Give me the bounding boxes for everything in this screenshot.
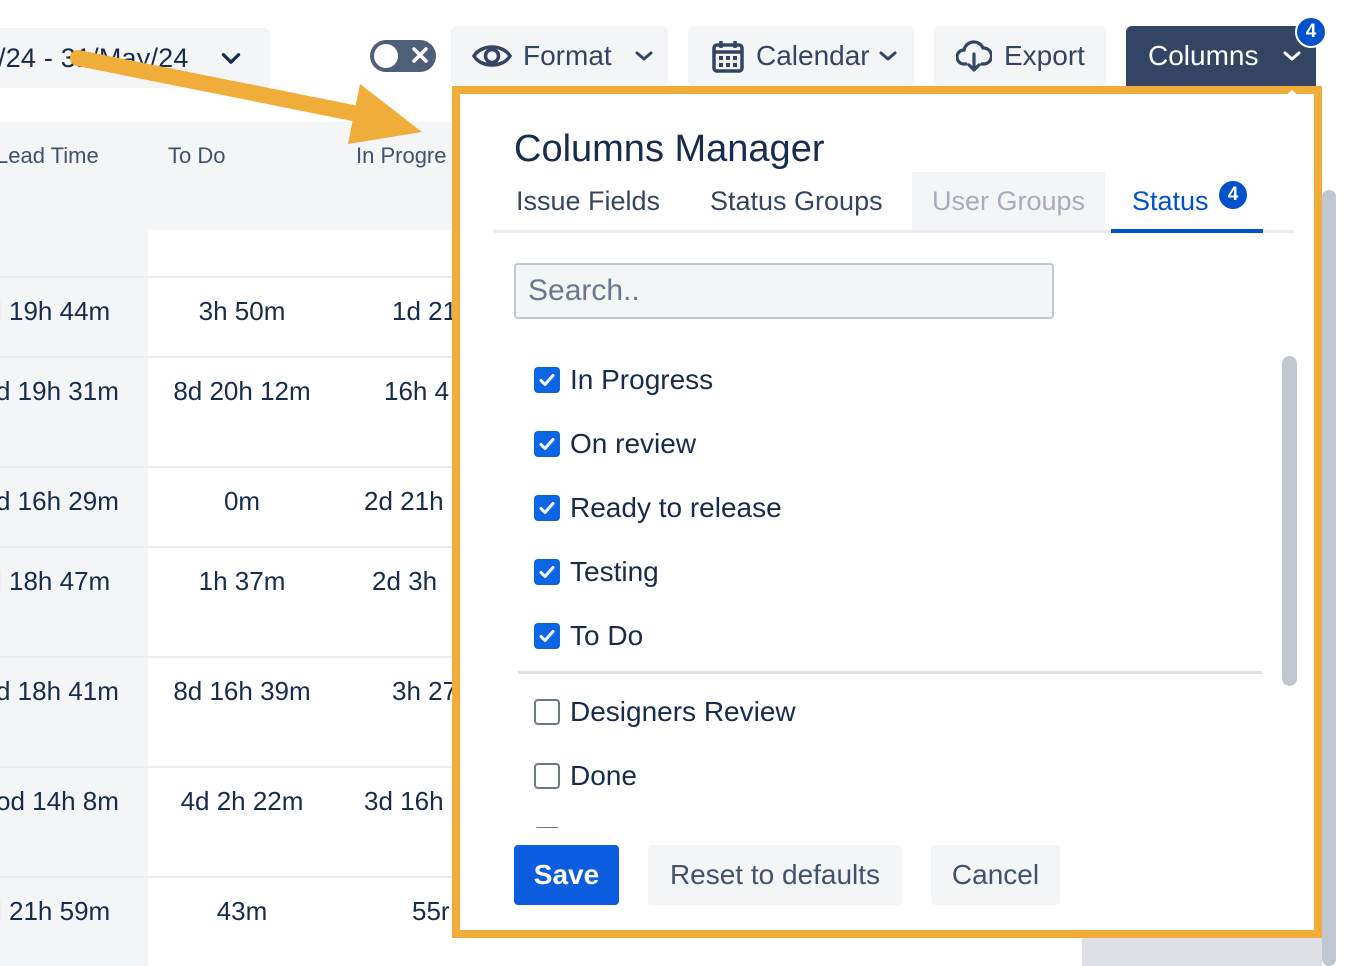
table-cell: d 16h 29m xyxy=(0,486,119,516)
tab-status[interactable]: Status xyxy=(1132,172,1209,230)
row-divider xyxy=(0,766,460,768)
columns-button[interactable]: Columns xyxy=(1126,26,1316,86)
calendar-label: Calendar xyxy=(756,40,870,71)
lead-time-column xyxy=(0,230,148,966)
table-cell: 3h 50m xyxy=(198,296,286,326)
chevron-down-icon xyxy=(879,51,897,61)
export-button[interactable]: Export xyxy=(934,26,1106,86)
list-item[interactable]: Done xyxy=(516,756,637,796)
checkbox-checked[interactable] xyxy=(534,431,560,457)
status-label: On review xyxy=(570,428,697,459)
check-icon xyxy=(539,502,555,514)
checkbox-unchecked[interactable] xyxy=(534,827,560,828)
export-label: Export xyxy=(1004,40,1085,71)
tab-user-groups[interactable]: User Groups xyxy=(912,172,1106,230)
cloud-download-icon xyxy=(956,40,992,72)
table-footer-cell xyxy=(1082,938,1322,966)
list-item[interactable] xyxy=(516,820,570,828)
status-count-badge: 4 xyxy=(1217,179,1249,211)
checkbox-unchecked[interactable] xyxy=(534,699,560,725)
check-icon xyxy=(539,374,555,386)
columns-manager-tabs: Issue Fields Status Groups User Groups S… xyxy=(494,172,1294,234)
search-input[interactable] xyxy=(514,263,1054,319)
checkbox-checked[interactable] xyxy=(534,495,560,521)
list-item[interactable]: On review xyxy=(516,424,696,464)
list-scrollbar[interactable] xyxy=(1282,356,1297,686)
table-cell: od 14h 8m xyxy=(0,786,119,816)
table-cell: 43m xyxy=(216,896,268,926)
popover-pointer xyxy=(1276,90,1308,104)
table-cell: 1h 37m xyxy=(198,566,286,596)
page: /24 - 31/May/24 Format Calendar Export C… xyxy=(0,0,1346,966)
list-item[interactable]: Testing xyxy=(516,552,659,592)
columns-label: Columns xyxy=(1148,40,1259,71)
tab-issue-fields[interactable]: Issue Fields xyxy=(516,172,660,230)
checkbox-checked[interactable] xyxy=(534,559,560,585)
checkbox-checked[interactable] xyxy=(534,367,560,393)
row-divider xyxy=(0,276,460,278)
format-button[interactable]: Format xyxy=(451,26,668,86)
status-label: In Progress xyxy=(570,364,714,395)
row-divider xyxy=(0,876,460,878)
table-cell: 4d 2h 22m xyxy=(180,786,304,816)
eye-icon xyxy=(471,45,513,67)
row-divider xyxy=(0,656,460,658)
list-item[interactable]: Ready to release xyxy=(516,488,782,528)
table-cell: l 21h 59m xyxy=(0,896,111,926)
cancel-button[interactable]: Cancel xyxy=(931,845,1060,905)
status-label: Done xyxy=(570,760,637,791)
check-icon xyxy=(539,630,555,642)
status-label: Designers Review xyxy=(570,696,796,727)
save-button[interactable]: Save xyxy=(514,845,619,905)
status-label: Testing xyxy=(570,556,659,587)
table-cell: l 19h 44m xyxy=(0,296,111,326)
status-list: In Progress On review Ready to release T… xyxy=(516,352,1266,828)
table-cell: d 19h 31m xyxy=(0,376,119,406)
checkbox-checked[interactable] xyxy=(534,623,560,649)
chevron-down-icon xyxy=(1283,51,1301,61)
row-divider xyxy=(0,466,460,468)
list-divider xyxy=(518,671,1262,674)
tab-status-groups[interactable]: Status Groups xyxy=(710,172,883,230)
table-cell: d 18h 41m xyxy=(0,676,119,706)
list-item[interactable]: Designers Review xyxy=(516,692,796,732)
list-item[interactable]: In Progress xyxy=(516,360,713,400)
calendar-button[interactable]: Calendar xyxy=(688,26,914,86)
check-icon xyxy=(539,438,555,450)
format-label: Format xyxy=(523,40,612,71)
reset-to-defaults-button[interactable]: Reset to defaults xyxy=(648,845,902,905)
table-cell: l 18h 47m xyxy=(0,566,111,596)
checkbox-unchecked[interactable] xyxy=(534,763,560,789)
table-cell: 0m xyxy=(223,486,261,516)
popover-title: Columns Manager xyxy=(514,128,825,170)
check-icon xyxy=(539,566,555,578)
annotation-arrow xyxy=(70,50,422,144)
active-tab-indicator xyxy=(1111,229,1263,233)
status-label: Ready to release xyxy=(570,492,782,523)
table-cell: 8d 20h 12m xyxy=(173,376,311,406)
calendar-icon xyxy=(712,41,744,73)
row-divider xyxy=(0,546,460,548)
table-cell: 8d 16h 39m xyxy=(173,676,311,706)
chevron-down-icon xyxy=(635,51,653,61)
page-scrollbar[interactable] xyxy=(1322,190,1336,966)
status-label: To Do xyxy=(570,620,644,651)
list-item[interactable]: To Do xyxy=(516,616,643,656)
columns-manager-popover: Columns Manager Issue Fields Status Grou… xyxy=(452,86,1322,938)
row-divider xyxy=(0,356,460,358)
columns-count-badge: 4 xyxy=(1295,16,1327,48)
